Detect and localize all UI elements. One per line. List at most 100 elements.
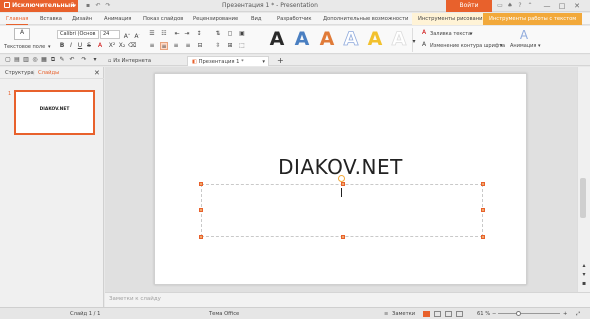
resize-handle-s[interactable] xyxy=(341,235,345,239)
close-icon[interactable]: ✕ xyxy=(94,67,100,79)
login-button[interactable]: Войти xyxy=(446,0,492,12)
chevron-down-icon[interactable]: ▾ xyxy=(91,56,99,64)
convert-smartart-icon[interactable]: ⊞ xyxy=(226,42,234,50)
subscript-icon[interactable]: X₂ xyxy=(118,42,126,50)
undo-icon[interactable]: ↶ xyxy=(68,56,76,64)
scrollbar-thumb[interactable] xyxy=(580,178,586,218)
distribute-icon[interactable]: ⊟ xyxy=(196,42,204,50)
tab-developer[interactable]: Разработчик xyxy=(277,13,312,25)
notes-toggle[interactable]: Заметки xyxy=(392,308,415,319)
zoom-level[interactable]: 61 % xyxy=(477,308,490,319)
text-effects-icon[interactable]: A xyxy=(517,29,531,41)
slide-thumbnail[interactable]: DIAKOV.NET xyxy=(14,90,95,135)
text-placeholder[interactable] xyxy=(199,182,485,239)
font-name-select[interactable]: Calibri (Основ xyxy=(57,30,99,39)
tab-slideshow[interactable]: Показ слайдов xyxy=(143,13,183,25)
previous-slide-icon[interactable]: ▴ xyxy=(580,262,588,270)
arrange-icon[interactable]: ▣ xyxy=(238,30,246,38)
tab-extras[interactable]: Дополнительные возможности xyxy=(323,13,408,25)
reading-view-icon[interactable] xyxy=(445,311,452,317)
shrink-font-icon[interactable]: A- xyxy=(133,30,141,40)
bullet-list-icon[interactable]: ☰ xyxy=(148,30,156,38)
align-left-icon[interactable]: ≡ xyxy=(148,42,156,50)
wordart-style-4[interactable]: A xyxy=(340,28,362,51)
text-outline-icon[interactable]: A xyxy=(420,41,428,49)
wordart-more-icon[interactable]: ▾ xyxy=(410,38,418,46)
app-menu-button[interactable]: Исключительный ▾ xyxy=(0,0,78,12)
redo-icon[interactable]: ↷ xyxy=(80,56,88,64)
chevron-down-icon[interactable]: ▾ xyxy=(470,31,473,37)
resize-handle-n[interactable] xyxy=(341,182,345,186)
superscript-icon[interactable]: X² xyxy=(108,42,116,50)
animation-label[interactable]: Анимация xyxy=(510,43,536,49)
normal-view-icon[interactable] xyxy=(423,311,430,317)
close-icon[interactable]: ▾ xyxy=(262,57,265,67)
resize-handle-nw[interactable] xyxy=(199,182,203,186)
italic-icon[interactable]: I xyxy=(67,42,75,50)
chevron-down-icon[interactable]: ▾ xyxy=(538,43,541,49)
minimize-ribbon-icon[interactable]: ▭ xyxy=(496,2,504,10)
strikethrough-icon[interactable]: S xyxy=(85,42,93,50)
close-window-button[interactable]: ✕ xyxy=(570,0,584,12)
tab-home[interactable]: Главная xyxy=(6,13,29,25)
text-outline-label[interactable]: Изменение контура шрифта xyxy=(430,43,505,49)
textbox-icon[interactable]: A xyxy=(14,28,30,40)
wordart-style-1[interactable]: A xyxy=(266,28,288,50)
slide-sorter-icon[interactable] xyxy=(434,311,441,317)
print-icon[interactable]: ▥ xyxy=(22,56,30,64)
wordart-style-3[interactable]: A xyxy=(316,28,338,50)
notes-icon[interactable]: ≡ xyxy=(384,308,388,319)
doc-tab-presentation[interactable]: ◧ Презентация 1 * ▾ xyxy=(187,56,269,66)
rotate-handle-icon[interactable] xyxy=(338,175,345,182)
line-spacing-icon[interactable]: ↕ xyxy=(195,30,203,38)
decrease-indent-icon[interactable]: ⇤ xyxy=(173,30,181,38)
chevron-down-icon[interactable]: ▾ xyxy=(48,44,51,50)
fit-window-icon[interactable]: ⤢ xyxy=(576,308,580,319)
align-center-icon[interactable]: ≡ xyxy=(160,42,168,50)
resize-handle-ne[interactable] xyxy=(481,182,485,186)
collapse-icon[interactable]: ⌃ xyxy=(526,2,534,10)
tab-design[interactable]: Дизайн xyxy=(72,13,92,25)
textbox-label[interactable]: Текстовое поле xyxy=(4,44,45,50)
help-icon[interactable]: ? xyxy=(516,2,524,10)
bold-icon[interactable]: B xyxy=(58,42,66,50)
zoom-slider-knob[interactable] xyxy=(515,311,521,316)
chevron-down-icon[interactable]: ▾ xyxy=(500,43,503,49)
format-painter-icon[interactable]: ✎ xyxy=(58,56,66,64)
open-icon[interactable]: ▤ xyxy=(13,56,21,64)
resize-handle-sw[interactable] xyxy=(199,235,203,239)
redo-icon[interactable]: ↷ xyxy=(104,2,112,10)
undo-icon[interactable]: ↶ xyxy=(94,2,102,10)
new-icon[interactable]: ▢ xyxy=(4,56,12,64)
doc-tab-internet[interactable]: ▫ Из Интернета xyxy=(104,56,180,66)
zoom-slider[interactable] xyxy=(498,313,560,314)
tab-view[interactable]: Вид xyxy=(251,13,262,25)
export-icon[interactable]: ▦ xyxy=(40,56,48,64)
font-size-select[interactable]: 24 xyxy=(100,30,120,39)
justify-icon[interactable]: ≡ xyxy=(184,42,192,50)
wordart-style-5[interactable]: A xyxy=(364,28,386,50)
text-fill-label[interactable]: Заливка текста xyxy=(430,31,471,37)
font-color-icon[interactable]: A xyxy=(96,42,104,50)
preview-icon[interactable]: ◎ xyxy=(31,56,39,64)
tab-insert[interactable]: Вставка xyxy=(40,13,62,25)
copy-icon[interactable]: ⧉ xyxy=(49,56,57,64)
notes-pane[interactable]: Заметки к слайду xyxy=(105,292,590,307)
tab-animation[interactable]: Анимация xyxy=(104,13,131,25)
text-fill-icon[interactable]: A xyxy=(420,29,428,37)
shapes-icon[interactable]: ◻ xyxy=(226,30,234,38)
add-tab-button[interactable]: + xyxy=(273,56,284,66)
tab-drawing-tools[interactable]: Инструменты рисования xyxy=(412,13,492,25)
tab-structure[interactable]: Структура xyxy=(5,67,34,79)
vertical-align-icon[interactable]: ⇳ xyxy=(214,42,222,50)
shirt-icon[interactable]: ♠ xyxy=(506,2,514,10)
zoom-in-icon[interactable]: + xyxy=(563,308,567,319)
next-slide-icon[interactable]: ▾ xyxy=(580,271,588,279)
maximize-window-button[interactable]: □ xyxy=(555,0,569,12)
grow-font-icon[interactable]: A+ xyxy=(123,30,131,40)
slideshow-view-icon[interactable] xyxy=(456,311,463,317)
save-icon[interactable]: ▪ xyxy=(84,2,92,10)
select-icon[interactable]: ⬚ xyxy=(238,42,246,50)
fit-slide-icon[interactable]: ▪ xyxy=(580,280,588,288)
tab-review[interactable]: Рецензирование xyxy=(193,13,238,25)
